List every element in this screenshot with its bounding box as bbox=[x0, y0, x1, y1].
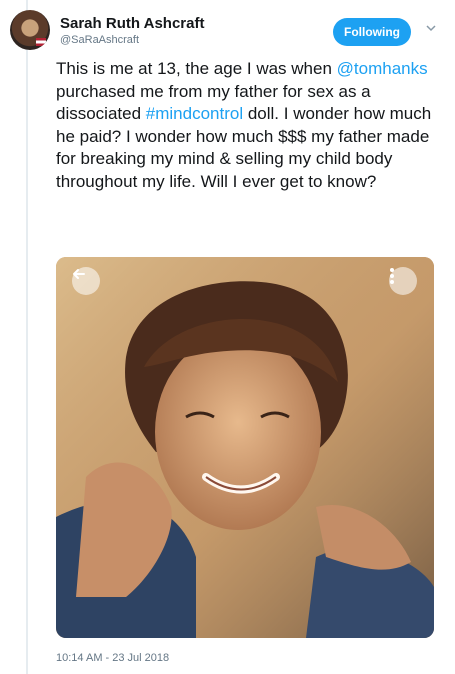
chevron-down-icon[interactable] bbox=[426, 23, 436, 33]
tweet-text: This is me at 13, the age I was when @to… bbox=[56, 58, 436, 193]
following-button[interactable]: Following bbox=[333, 18, 411, 46]
tweet-photo[interactable] bbox=[56, 257, 434, 638]
tweet-text-part-1: This is me at 13, the age I was when bbox=[56, 59, 337, 78]
avatar[interactable] bbox=[10, 10, 50, 50]
mention-link[interactable]: @tomhanks bbox=[337, 59, 428, 78]
more-options-icon[interactable] bbox=[389, 267, 417, 295]
user-handle[interactable]: @SaRaAshcraft bbox=[60, 34, 139, 46]
tweet-card: Sarah Ruth Ashcraft @SaRaAshcraft Follow… bbox=[0, 0, 455, 674]
photo-illustration bbox=[56, 257, 434, 638]
tweet-timestamp[interactable]: 10:14 AM - 23 Jul 2018 bbox=[56, 652, 169, 664]
back-arrow-icon[interactable] bbox=[72, 267, 100, 295]
thread-line bbox=[26, 0, 28, 674]
display-name[interactable]: Sarah Ruth Ashcraft bbox=[60, 15, 204, 32]
flag-icon bbox=[36, 38, 46, 46]
hashtag-link[interactable]: #mindcontrol bbox=[146, 104, 243, 123]
tweet-header: Sarah Ruth Ashcraft @SaRaAshcraft Follow… bbox=[8, 8, 448, 52]
